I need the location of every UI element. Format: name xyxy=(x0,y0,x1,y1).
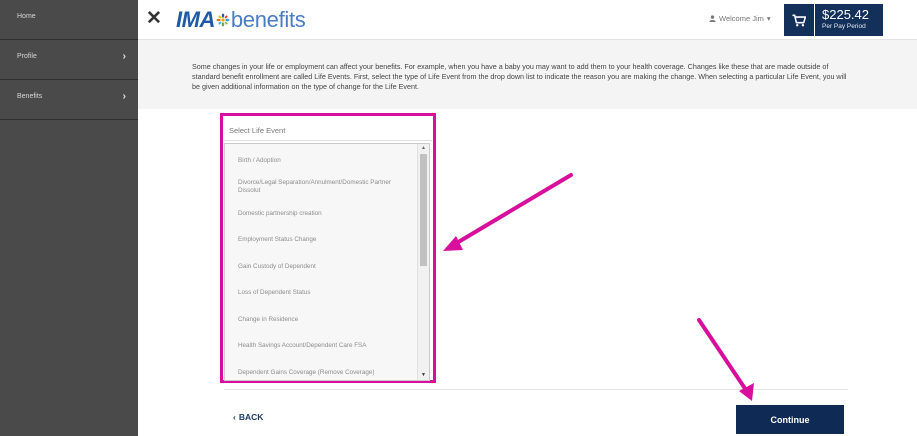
continue-label: Continue xyxy=(770,414,810,425)
sidebar-item-profile[interactable]: Profile › xyxy=(0,40,138,80)
intro-panel: Some changes in your life or employment … xyxy=(138,40,917,109)
chevron-left-icon: ‹ xyxy=(233,412,236,422)
list-option[interactable]: Change in Residence xyxy=(238,316,408,324)
logo-star-icon xyxy=(216,13,230,27)
list-option[interactable]: Employment Status Change xyxy=(238,236,408,244)
scroll-down-arrow-icon[interactable]: ▼ xyxy=(421,372,426,378)
list-option[interactable]: Domestic partnership creation xyxy=(238,210,408,218)
back-button[interactable]: ‹ BACK xyxy=(233,412,263,422)
back-label: BACK xyxy=(238,412,264,422)
arrow-to-listbox-icon xyxy=(443,173,573,251)
logo-brand-text: IMA xyxy=(176,7,215,32)
pay-period-total[interactable]: $225.42 Per Pay Period xyxy=(815,4,883,36)
sidebar-item-home[interactable]: Home xyxy=(0,0,138,40)
ima-benefits-logo[interactable]: IMA benefits xyxy=(176,7,306,33)
sidebar-item-label: Profile xyxy=(17,53,37,60)
cart-button[interactable] xyxy=(784,4,814,36)
sidebar-item-label: Home xyxy=(17,13,36,20)
scroll-thumb[interactable] xyxy=(420,154,427,266)
user-icon xyxy=(709,15,716,22)
listbox-scrollbar[interactable]: ▲ ▼ xyxy=(417,144,429,380)
footer-divider xyxy=(224,389,848,390)
sidebar-item-benefits[interactable]: Benefits › xyxy=(0,80,138,120)
chevron-right-icon: › xyxy=(122,91,126,102)
sidebar: Home Profile › Benefits › xyxy=(0,0,138,436)
price-period-label: Per Pay Period xyxy=(822,23,866,30)
list-option[interactable]: Divorce/Legal Separation/Annulment/Domes… xyxy=(238,179,408,194)
sidebar-item-label: Benefits xyxy=(17,93,43,100)
logo-product-text: benefits xyxy=(230,7,306,32)
shopping-cart-icon xyxy=(792,14,806,26)
list-option[interactable]: Dependent Gains Coverage (Remove Coverag… xyxy=(238,369,408,377)
welcome-text: Welcome Jim xyxy=(719,14,764,23)
chevron-right-icon: › xyxy=(122,51,126,62)
list-option[interactable]: Gain Custody of Dependent xyxy=(238,263,408,271)
close-icon[interactable]: ✕ xyxy=(146,9,162,29)
intro-text: Some changes in your life or employment … xyxy=(192,62,847,91)
list-option[interactable]: Birth / Adoption xyxy=(238,157,408,165)
continue-button[interactable]: Continue xyxy=(736,405,844,434)
select-placeholder: Select Life Event xyxy=(229,126,286,135)
life-event-listbox[interactable]: Birth / Adoption Divorce/Legal Separatio… xyxy=(224,143,430,381)
list-option[interactable]: Loss of Dependent Status xyxy=(238,289,408,297)
price-amount: $225.42 xyxy=(822,7,869,22)
chevron-down-icon: ▾ xyxy=(766,14,771,23)
top-header: ✕ IMA benefits Welcome Jim ▾ $225.42 Per… xyxy=(138,0,917,40)
list-option[interactable]: Health Savings Account/Dependent Care FS… xyxy=(238,342,408,350)
welcome-user-menu[interactable]: Welcome Jim ▾ xyxy=(709,14,771,23)
life-event-select[interactable]: Select Life Event xyxy=(224,117,432,141)
scroll-up-arrow-icon[interactable]: ▲ xyxy=(421,145,426,151)
